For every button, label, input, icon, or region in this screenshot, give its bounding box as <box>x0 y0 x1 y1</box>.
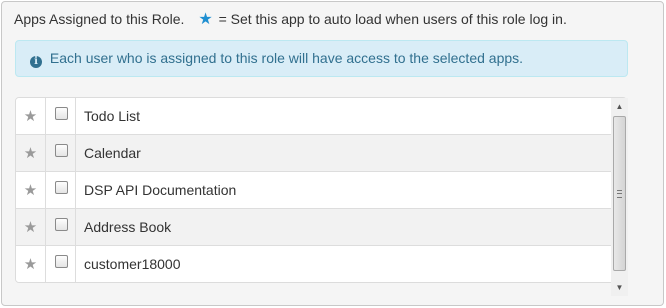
star-icon[interactable]: ★ <box>16 209 46 246</box>
app-name: Todo List <box>84 108 141 124</box>
app-checkbox[interactable] <box>55 144 68 157</box>
list-item: ★ Todo List <box>16 98 612 135</box>
checkbox-cell <box>46 172 76 209</box>
list-item: ★ Calendar <box>16 135 612 172</box>
star-icon: ★ <box>198 11 213 28</box>
app-checkbox[interactable] <box>55 107 68 120</box>
checkbox-cell <box>46 98 76 135</box>
app-checkbox[interactable] <box>55 181 68 194</box>
info-icon: i <box>30 56 42 68</box>
app-name: customer18000 <box>84 256 181 272</box>
alert-text: Each user who is assigned to this role w… <box>49 50 524 66</box>
info-alert: i Each user who is assigned to this role… <box>15 40 628 77</box>
app-name: Calendar <box>84 145 141 161</box>
scroll-up-arrow-icon[interactable]: ▲ <box>611 98 628 115</box>
star-icon[interactable]: ★ <box>16 172 46 209</box>
scroll-down-arrow-icon[interactable]: ▼ <box>611 279 628 296</box>
grip-icon <box>617 190 622 198</box>
scroll-thumb[interactable] <box>613 116 626 271</box>
legend-text: = Set this app to auto load when users o… <box>218 11 567 27</box>
checkbox-cell <box>46 209 76 246</box>
apps-heading: Apps Assigned to this Role. ★ = Set this… <box>14 10 567 28</box>
checkbox-cell <box>46 246 76 282</box>
list-scrollbar[interactable]: ▲ ▼ <box>611 98 628 296</box>
apps-list: ★ Todo List ★ Calendar ★ DSP API Documen… <box>15 97 627 283</box>
list-item: ★ customer18000 <box>16 246 612 282</box>
list-item: ★ Address Book <box>16 209 612 246</box>
star-icon[interactable]: ★ <box>16 246 46 282</box>
star-icon[interactable]: ★ <box>16 135 46 172</box>
app-name: DSP API Documentation <box>84 182 237 198</box>
heading-text: Apps Assigned to this Role. <box>14 11 185 27</box>
checkbox-cell <box>46 135 76 172</box>
app-checkbox[interactable] <box>55 218 68 231</box>
star-icon[interactable]: ★ <box>16 98 46 135</box>
list-item: ★ DSP API Documentation <box>16 172 612 209</box>
app-checkbox[interactable] <box>55 255 68 268</box>
app-name: Address Book <box>84 219 172 235</box>
